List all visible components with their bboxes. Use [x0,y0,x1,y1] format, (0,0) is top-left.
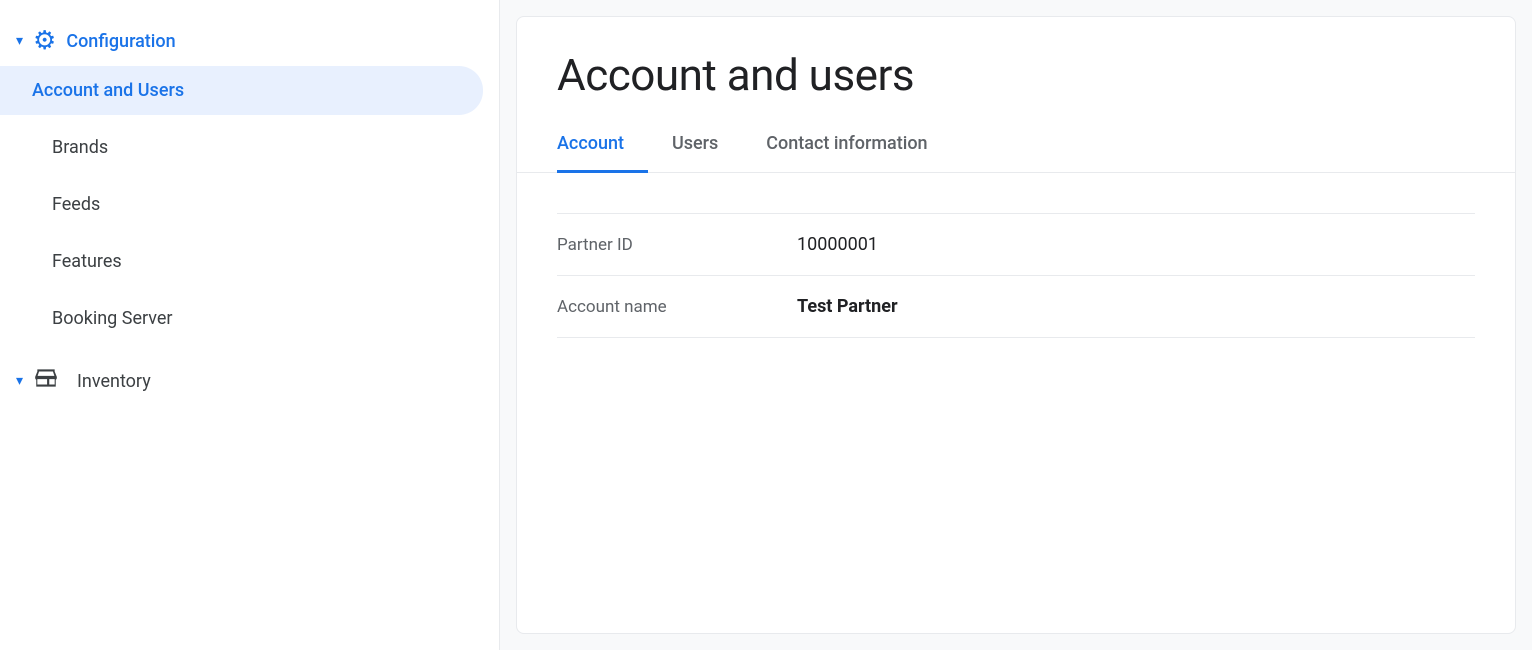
sidebar-item-label: Brands [52,137,108,158]
partner-id-label: Partner ID [557,235,797,255]
tabs-container: Account Users Contact information [517,117,1515,173]
page-title: Account and users [517,17,1515,101]
account-name-value: Test Partner [797,296,898,317]
tab-account[interactable]: Account [557,117,648,173]
sidebar-item-label: Account and Users [32,80,184,101]
store-icon [33,365,59,397]
chevron-down-icon: ▾ [16,373,23,389]
inventory-label: Inventory [77,371,151,392]
tab-contact-information[interactable]: Contact information [742,117,951,173]
sidebar-config-header[interactable]: ▾ ⚙ Configuration [0,16,499,66]
sidebar-inventory-header[interactable]: ▾ Inventory [0,347,499,407]
sidebar-item-booking-server[interactable]: Booking Server [0,290,483,347]
partner-id-row: Partner ID 10000001 [557,213,1475,276]
gear-icon: ⚙ [33,26,56,56]
sidebar-item-account-and-users[interactable]: Account and Users [0,66,483,115]
tab-users[interactable]: Users [648,117,742,173]
sidebar: ▾ ⚙ Configuration Account and Users Bran… [0,0,500,650]
sidebar-item-label: Features [52,251,122,272]
sidebar-item-label: Feeds [52,194,100,215]
chevron-down-icon: ▾ [16,33,23,49]
account-name-label: Account name [557,297,797,317]
config-label: Configuration [66,31,175,52]
partner-id-value: 10000001 [797,234,878,255]
account-tab-content: Partner ID 10000001 Account name Test Pa… [517,173,1515,633]
sidebar-item-label: Booking Server [52,308,173,329]
sidebar-item-brands[interactable]: Brands [0,119,483,176]
account-name-row: Account name Test Partner [557,276,1475,338]
sidebar-item-feeds[interactable]: Feeds [0,176,483,233]
sidebar-item-features[interactable]: Features [0,233,483,290]
main-content: Account and users Account Users Contact … [516,16,1516,634]
